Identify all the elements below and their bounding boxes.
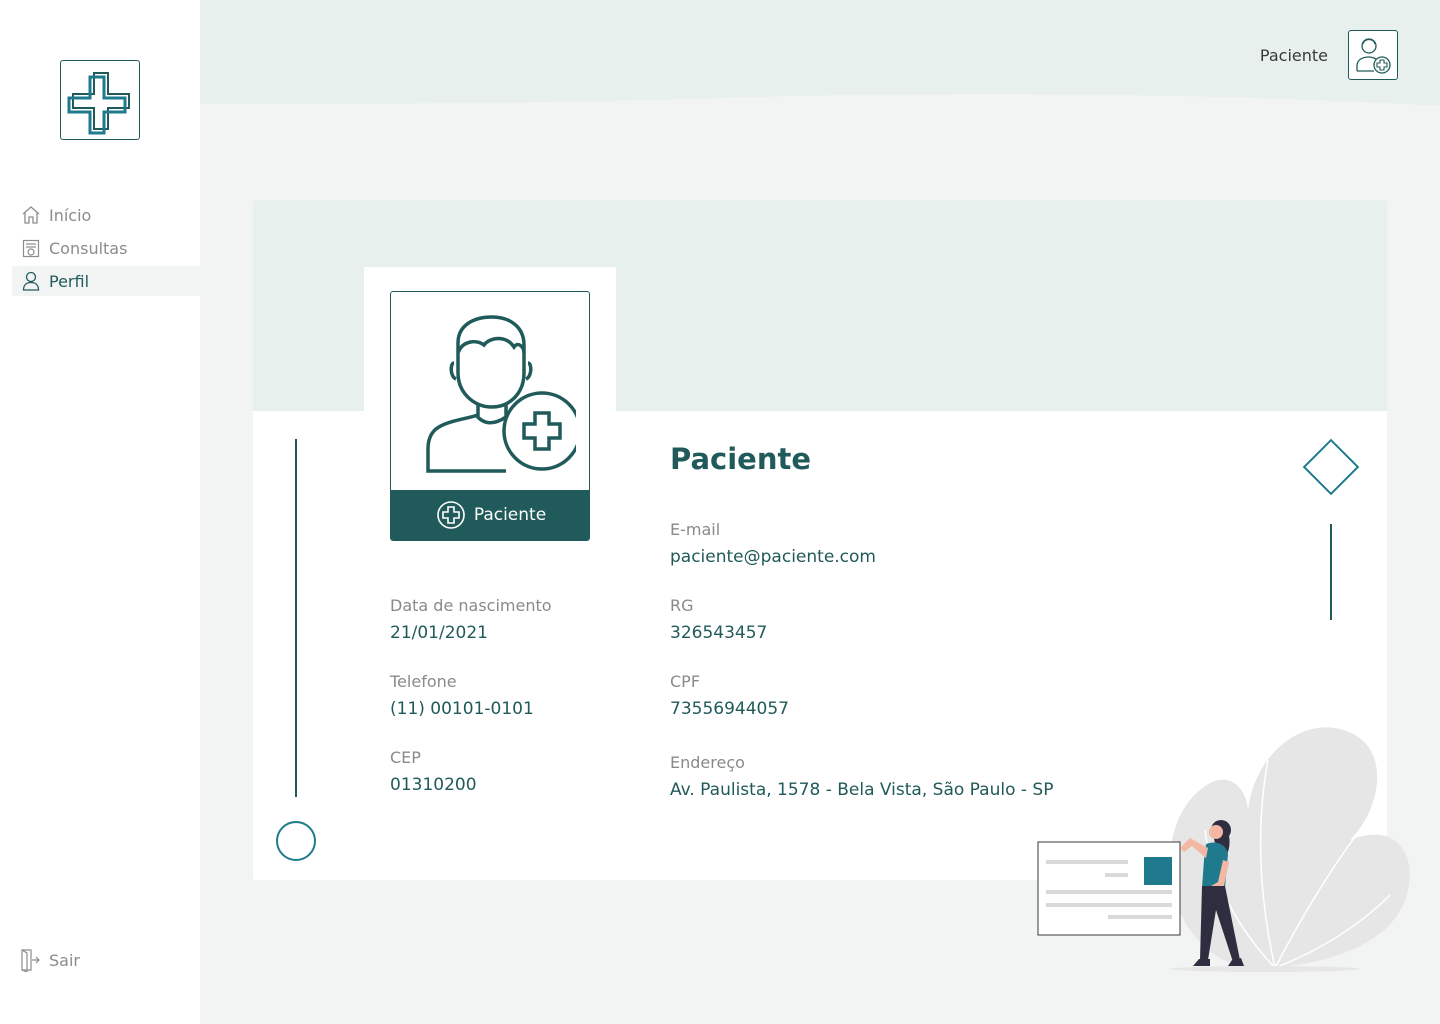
phone-field: Telefone (11) 00101-0101 — [390, 672, 534, 720]
field-value: (11) 00101-0101 — [390, 699, 534, 719]
field-value: 73556944057 — [670, 699, 789, 719]
field-label: E-mail — [670, 520, 721, 539]
field-label: RG — [670, 596, 694, 615]
decorative-line — [1330, 524, 1332, 620]
birth-date-field: Data de nascimento 21/01/2021 — [390, 596, 552, 644]
field-label: CPF — [670, 672, 701, 691]
field-label: Telefone — [390, 672, 457, 691]
profile-title: Paciente — [670, 442, 812, 476]
medical-cross-icon — [437, 501, 465, 529]
email-field: E-mail paciente@paciente.com — [670, 520, 876, 568]
sidebar-item-label: Perfil — [49, 271, 90, 291]
field-value: 01310200 — [390, 775, 477, 795]
sidebar-item-label: Consultas — [49, 238, 128, 258]
home-icon — [20, 204, 42, 226]
field-value: paciente@paciente.com — [670, 547, 876, 567]
field-value: Av. Paulista, 1578 - Bela Vista, São Pau… — [670, 780, 1054, 800]
cpf-field: CPF 73556944057 — [670, 672, 789, 720]
profile-photo: Paciente — [390, 291, 590, 541]
patient-icon — [391, 292, 589, 492]
app-logo[interactable] — [60, 60, 140, 140]
role-tag: Paciente — [391, 490, 589, 540]
field-label: Endereço — [670, 753, 745, 772]
decorative-diamond — [1302, 438, 1360, 496]
field-value: 21/01/2021 — [390, 623, 488, 643]
sidebar: Início Consultas Perfil Sair — [0, 0, 200, 1024]
field-value: 326543457 — [670, 623, 768, 643]
sidebar-item-perfil[interactable]: Perfil — [12, 266, 200, 296]
medical-cross-logo-icon — [67, 72, 130, 135]
logout-icon — [20, 948, 42, 973]
sidebar-item-consultas[interactable]: Consultas — [12, 233, 200, 263]
clipboard-icon — [20, 237, 42, 259]
header-user-name: Paciente — [1259, 45, 1328, 65]
user-icon — [20, 270, 42, 292]
field-label: CEP — [390, 748, 421, 767]
field-label: Data de nascimento — [390, 596, 552, 615]
header-avatar[interactable] — [1348, 30, 1398, 80]
top-header: Paciente — [200, 0, 1440, 110]
logout-button[interactable]: Sair — [20, 948, 80, 973]
decorative-circle — [276, 821, 316, 861]
role-tag-label: Paciente — [473, 505, 547, 525]
header-wave — [200, 0, 1440, 106]
decorative-line — [295, 439, 297, 797]
logout-label: Sair — [49, 950, 80, 970]
sidebar-item-inicio[interactable]: Início — [12, 200, 200, 230]
header-user[interactable]: Paciente — [1260, 30, 1398, 80]
cep-field: CEP 01310200 — [390, 748, 477, 796]
address-field: Endereço Av. Paulista, 1578 - Bela Vista… — [670, 753, 1053, 801]
patient-avatar-icon — [1356, 38, 1391, 74]
rg-field: RG 326543457 — [670, 596, 767, 644]
sidebar-nav: Início Consultas Perfil — [12, 200, 200, 299]
profile-illustration — [1030, 720, 1420, 980]
sidebar-item-label: Início — [49, 205, 92, 225]
